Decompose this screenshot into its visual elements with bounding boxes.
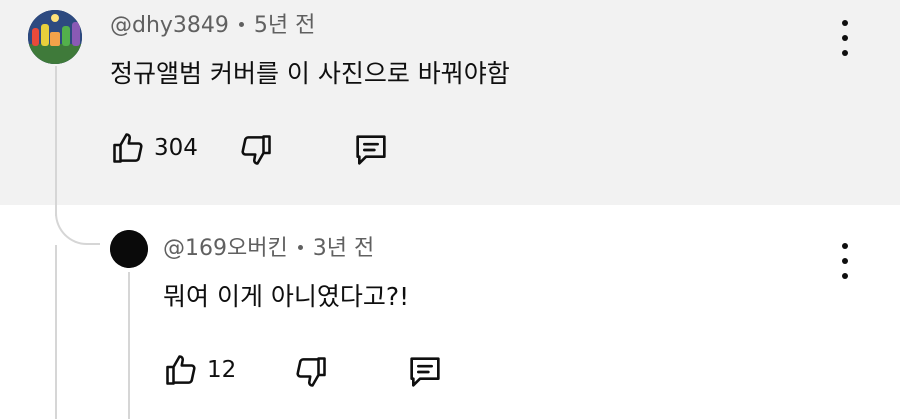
comment-meta: @dhy3849 5년 전 — [110, 12, 315, 40]
reply-comment-icon — [410, 357, 440, 387]
reply-button[interactable] — [351, 130, 391, 170]
menu-dot — [842, 273, 848, 279]
reply-reply-button[interactable] — [405, 352, 445, 392]
like-button[interactable]: 304 — [110, 130, 198, 166]
thread-line-curve — [55, 195, 100, 245]
comment-menu-button[interactable] — [835, 20, 855, 56]
thumbs-down-icon — [241, 135, 271, 165]
like-count: 304 — [154, 135, 198, 161]
author-name[interactable]: @dhy3849 — [110, 13, 229, 38]
menu-dot — [842, 35, 848, 41]
reply-like-button[interactable]: 12 — [163, 352, 236, 388]
reply-menu-button[interactable] — [835, 243, 855, 279]
teletubbies-avatar-icon — [28, 10, 82, 64]
more-vertical-icon — [842, 20, 848, 26]
menu-dot — [842, 50, 848, 56]
reply-author-avatar[interactable] — [110, 230, 148, 268]
more-vertical-icon — [842, 243, 848, 249]
reply-like-count: 12 — [207, 357, 237, 383]
reply-author-name[interactable]: @169오버킨 — [163, 236, 288, 261]
comment-time[interactable]: 5년 전 — [254, 13, 315, 38]
meta-separator-dot — [297, 244, 303, 250]
comment-text: 정규앨범 커버를 이 사진으로 바꿔야함 — [110, 59, 510, 88]
reply-dislike-button[interactable] — [293, 354, 329, 390]
reply-thread-line — [128, 272, 130, 419]
reply-text: 뭐여 이게 아니였다고?! — [163, 282, 410, 311]
thread-line-lower — [55, 245, 57, 419]
thread-line-vertical — [55, 66, 57, 216]
menu-dot — [842, 258, 848, 264]
reply-meta: @169오버킨 3년 전 — [163, 235, 374, 263]
thumbs-up-icon — [166, 355, 196, 385]
thumbs-down-icon — [296, 357, 326, 387]
dislike-button[interactable] — [238, 132, 274, 168]
reply-comment-icon — [356, 135, 386, 165]
meta-separator-dot — [238, 21, 244, 27]
reply-time[interactable]: 3년 전 — [313, 236, 374, 261]
author-avatar[interactable] — [28, 10, 82, 64]
thumbs-up-icon — [113, 133, 143, 163]
black-circle-avatar — [110, 230, 148, 268]
